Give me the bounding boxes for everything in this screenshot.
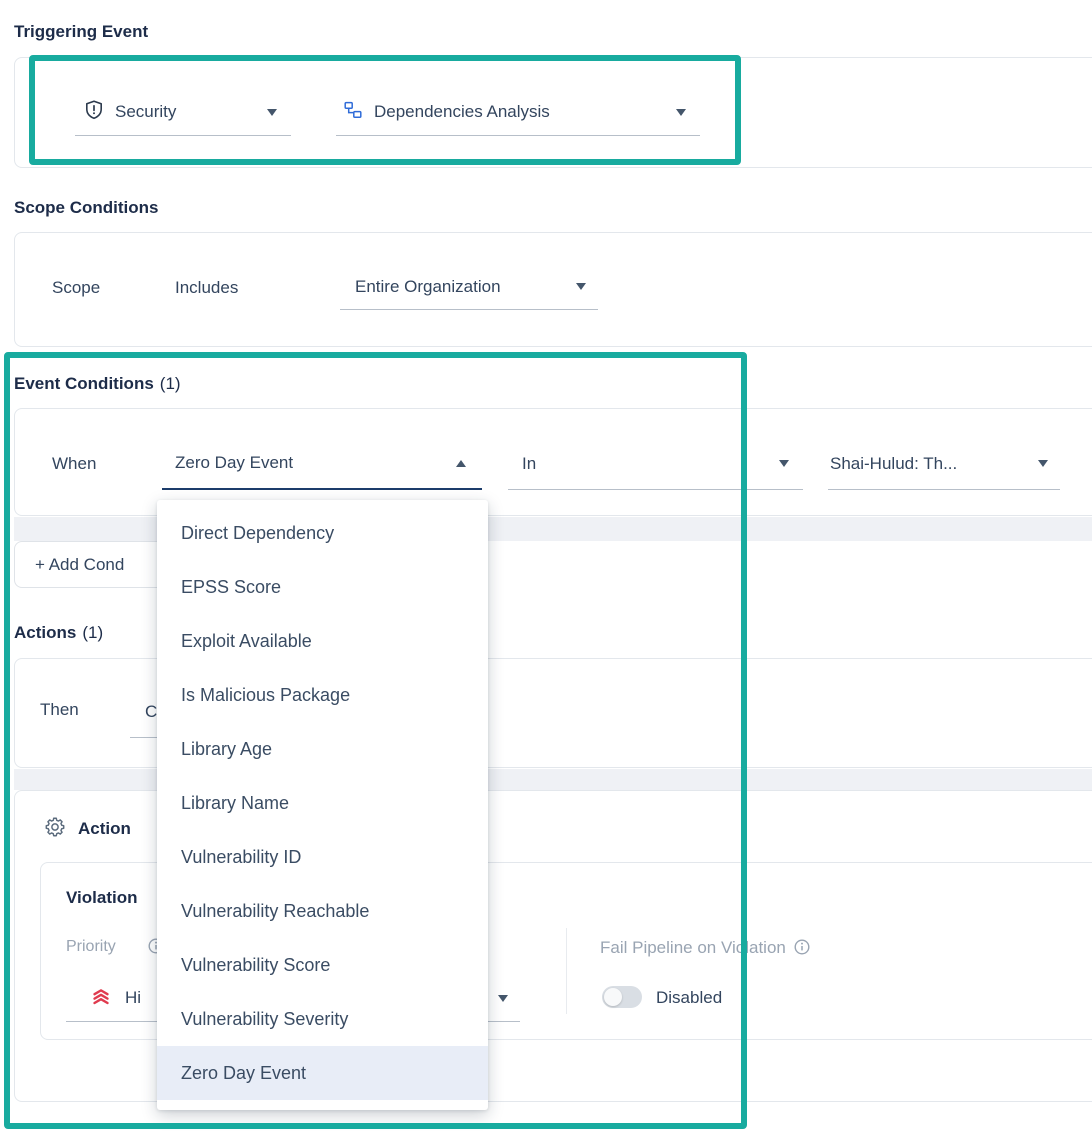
triggering-event-title-text: Triggering Event bbox=[14, 22, 148, 42]
scope-value-select-value: Entire Organization bbox=[355, 277, 576, 297]
dropdown-menu-item[interactable]: Vulnerability ID bbox=[157, 830, 488, 884]
scan-type-select[interactable]: Dependencies Analysis bbox=[336, 89, 700, 136]
priority-high-icon bbox=[90, 987, 112, 1010]
info-icon[interactable] bbox=[794, 939, 810, 958]
dropdown-menu-item[interactable]: Is Malicious Package bbox=[157, 668, 488, 722]
event-conditions-title: Event Conditions (1) bbox=[14, 374, 181, 394]
dropdown-menu-item[interactable]: Library Name bbox=[157, 776, 488, 830]
chevron-down-icon bbox=[1038, 460, 1048, 467]
dropdown-menu-item[interactable]: Exploit Available bbox=[157, 614, 488, 668]
scan-type-select-value: Dependencies Analysis bbox=[374, 102, 676, 122]
gear-icon bbox=[44, 816, 66, 843]
fail-pipeline-label-row: Fail Pipeline on Violation bbox=[600, 938, 810, 957]
violation-card-divider bbox=[566, 928, 567, 1014]
dropdown-menu-item[interactable]: Vulnerability Reachable bbox=[157, 884, 488, 938]
dropdown-menu-item[interactable]: Vulnerability Score bbox=[157, 938, 488, 992]
fail-pipeline-toggle-label: Disabled bbox=[656, 989, 722, 1006]
actions-title-text: Actions bbox=[14, 623, 76, 643]
event-type-select-value: Security bbox=[115, 102, 267, 122]
shield-exclamation-icon bbox=[85, 100, 103, 125]
then-label: Then bbox=[40, 701, 79, 718]
scope-operator-label: Includes bbox=[175, 279, 238, 296]
toggle-knob bbox=[604, 988, 622, 1006]
actions-title: Actions (1) bbox=[14, 623, 103, 643]
actions-count: (1) bbox=[82, 623, 103, 643]
scope-conditions-title: Scope Conditions bbox=[14, 198, 159, 218]
event-type-select[interactable]: Security bbox=[75, 89, 291, 136]
condition-value-select[interactable]: Shai-Hulud: Th... bbox=[828, 438, 1060, 490]
event-conditions-count: (1) bbox=[160, 374, 181, 394]
event-conditions-title-text: Event Conditions bbox=[14, 374, 154, 394]
scope-label: Scope bbox=[52, 279, 100, 296]
fail-pipeline-label: Fail Pipeline on Violation bbox=[600, 939, 786, 956]
dropdown-menu-item[interactable]: EPSS Score bbox=[157, 560, 488, 614]
triggering-event-title: Triggering Event bbox=[14, 22, 148, 42]
chevron-down-icon bbox=[498, 995, 508, 1002]
condition-operator-select[interactable]: In bbox=[508, 438, 803, 490]
action-settings-header: Action bbox=[78, 820, 131, 837]
scope-value-select[interactable]: Entire Organization bbox=[340, 264, 598, 310]
chevron-down-icon bbox=[676, 109, 686, 116]
condition-operator-select-value: In bbox=[522, 454, 779, 474]
dropdown-menu-item[interactable]: Direct Dependency bbox=[157, 506, 488, 560]
condition-value-select-value: Shai-Hulud: Th... bbox=[830, 454, 1038, 474]
chevron-down-icon bbox=[779, 460, 789, 467]
scope-conditions-title-text: Scope Conditions bbox=[14, 198, 159, 218]
fail-pipeline-toggle[interactable] bbox=[602, 986, 642, 1008]
chevron-up-icon bbox=[456, 460, 466, 467]
dropdown-menu-item[interactable]: Zero Day Event bbox=[157, 1046, 488, 1100]
add-condition-button-label: + Add Cond bbox=[35, 555, 124, 575]
dropdown-menu-item[interactable]: Library Age bbox=[157, 722, 488, 776]
violation-card-title: Violation bbox=[66, 889, 137, 906]
condition-type-dropdown-menu: Direct DependencyEPSS ScoreExploit Avail… bbox=[157, 500, 488, 1110]
chevron-down-icon bbox=[576, 283, 586, 290]
priority-label: Priority bbox=[66, 939, 116, 955]
dependencies-icon bbox=[344, 101, 362, 124]
when-label: When bbox=[52, 455, 96, 472]
dropdown-menu-item[interactable]: Vulnerability Severity bbox=[157, 992, 488, 1046]
chevron-down-icon bbox=[267, 109, 277, 116]
condition-type-select[interactable]: Zero Day Event bbox=[162, 438, 482, 490]
condition-type-select-value: Zero Day Event bbox=[175, 453, 456, 473]
